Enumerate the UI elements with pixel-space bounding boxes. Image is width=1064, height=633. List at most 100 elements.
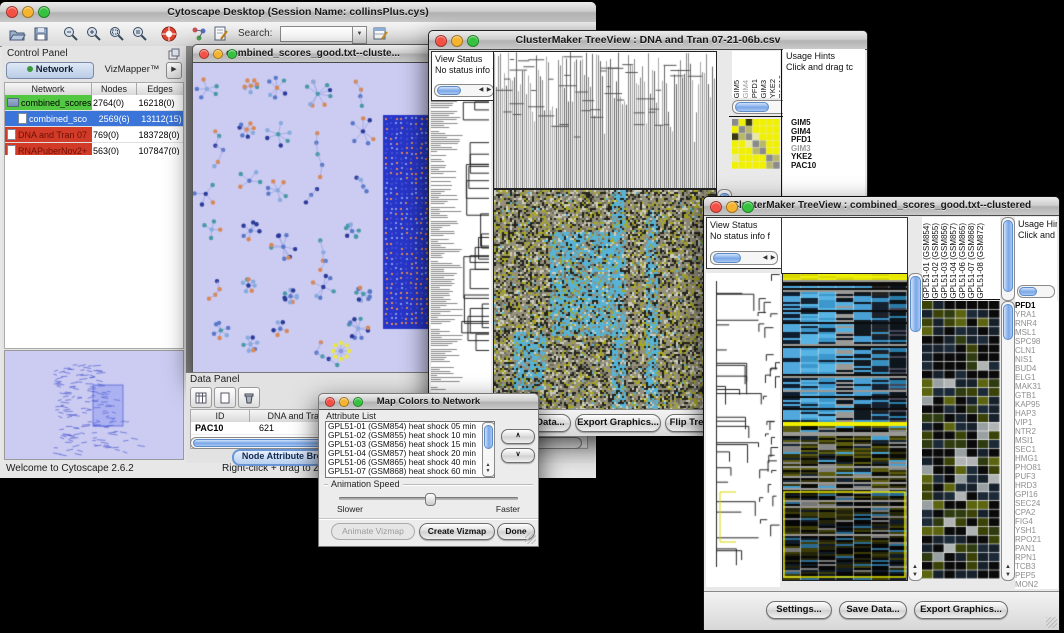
gene-label[interactable]: PHO81 — [1015, 463, 1058, 472]
tv1-column-dendrogram[interactable] — [493, 51, 717, 189]
scrollbar-thumb[interactable] — [713, 253, 741, 263]
attribute-item[interactable]: GPL51-04 (GSM857) heat shock 20 min — [326, 449, 494, 458]
gene-label[interactable]: RPO21 — [1015, 535, 1058, 544]
close-icon[interactable] — [435, 35, 447, 47]
search-dropdown-arrow-icon[interactable]: ▼ — [352, 26, 367, 44]
tv2-row-dendrogram[interactable] — [706, 273, 780, 587]
gene-label[interactable]: MAK31 — [1015, 382, 1058, 391]
treeview1-window-controls[interactable] — [435, 35, 479, 47]
animate-vizmap-button[interactable]: Animate Vizmap — [331, 523, 415, 540]
new-attribute-icon[interactable] — [214, 387, 236, 408]
zoom-window-icon[interactable] — [353, 397, 363, 407]
gene-label[interactable]: MON2 — [1015, 580, 1058, 589]
gene-label[interactable]: YRA1 — [1015, 310, 1058, 319]
gene-label[interactable]: MSI1 — [1015, 436, 1058, 445]
settings-button[interactable]: Settings... — [766, 601, 832, 619]
tv2-heatmap-vscrollbar[interactable]: ▲▼ — [908, 273, 923, 581]
zoom-window-icon[interactable] — [38, 6, 50, 18]
network-view-titlebar[interactable]: combined_scores_good.txt--cluste... — [193, 45, 433, 63]
scroll-up-icon[interactable]: ▲ — [911, 564, 919, 570]
gene-label[interactable]: MSL1 — [1015, 328, 1058, 337]
tab-network[interactable]: Network — [6, 62, 94, 79]
network-row[interactable]: combined_scores2764(0)16218(0) — [5, 95, 183, 111]
gene-label[interactable]: KAP95 — [1015, 400, 1058, 409]
scrollbar-thumb[interactable] — [1003, 220, 1013, 292]
export-graphics-button[interactable]: Export Graphics... — [914, 601, 1008, 619]
edit-document-icon[interactable] — [212, 25, 230, 43]
export-graphics-button[interactable]: Export Graphics... — [575, 414, 661, 432]
tv1-detail-matrix[interactable] — [732, 119, 780, 169]
gene-label[interactable]: ELG1 — [1015, 373, 1058, 382]
slider-thumb[interactable] — [425, 493, 436, 506]
move-down-button[interactable]: ∨ — [501, 448, 535, 463]
network-row[interactable]: combined_sco2569(6)13112(15) — [5, 111, 183, 127]
scroll-down-icon[interactable]: ▼ — [1004, 572, 1012, 578]
create-vizmap-button[interactable]: Create Vizmap — [419, 523, 495, 540]
delete-attribute-icon[interactable] — [238, 387, 260, 408]
tv2-usage-hscrollbar[interactable] — [1017, 285, 1055, 298]
gene-label[interactable]: TCB3 — [1015, 562, 1058, 571]
tv1-heatmap[interactable] — [493, 189, 717, 411]
treeview2-titlebar[interactable]: ClusterMaker TreeView : combined_scores_… — [704, 197, 1059, 216]
zoom-out-icon[interactable] — [62, 25, 80, 43]
window-controls[interactable] — [6, 6, 50, 18]
gene-label[interactable]: YSH1 — [1015, 526, 1058, 535]
attribute-item[interactable]: GPL51-06 (GSM865) heat shock 40 min — [326, 458, 494, 467]
attribute-select-icon[interactable] — [190, 387, 212, 408]
help-lifering-icon[interactable] — [160, 25, 178, 43]
scrollbar-thumb[interactable] — [484, 425, 493, 449]
zoom-selected-icon[interactable] — [108, 25, 126, 43]
attribute-item[interactable]: GPL51-03 (GSM856) heat shock 15 min — [326, 440, 494, 449]
dialog-titlebar[interactable]: Map Colors to Network — [319, 394, 538, 410]
network-canvas[interactable] — [193, 63, 431, 373]
minimize-icon[interactable] — [339, 397, 349, 407]
scroll-left-icon[interactable]: ◀ — [477, 87, 485, 93]
open-folder-icon[interactable] — [8, 25, 26, 43]
main-titlebar[interactable]: Cytoscape Desktop (Session Name: collins… — [0, 2, 596, 23]
tv2-status-hscrollbar[interactable]: ◀▶ — [710, 251, 778, 265]
dialog-window-controls[interactable] — [325, 397, 363, 407]
birdseye-view[interactable] — [4, 350, 184, 460]
scrollbar-thumb[interactable] — [735, 102, 769, 112]
minimize-icon[interactable] — [451, 35, 463, 47]
gene-label[interactable]: BUD4 — [1015, 364, 1058, 373]
scroll-right-icon[interactable]: ▶ — [485, 87, 493, 93]
scrollbar-thumb[interactable] — [437, 86, 461, 95]
tv2-heatmap[interactable] — [782, 273, 908, 581]
tv1-status-hscrollbar[interactable]: ◀▶ — [434, 84, 494, 97]
gene-label[interactable]: PUF3 — [1015, 472, 1058, 481]
gene-label[interactable]: SEC24 — [1015, 499, 1058, 508]
attribute-item[interactable]: GPL51-02 (GSM855) heat shock 10 min — [326, 431, 494, 440]
animation-speed-slider[interactable] — [339, 497, 518, 500]
gene-label[interactable]: SPC98 — [1015, 337, 1058, 346]
gene-label[interactable]: HRD3 — [1015, 481, 1058, 490]
col-header-network[interactable]: Network — [5, 83, 92, 95]
gene-label[interactable]: CPA2 — [1015, 508, 1058, 517]
tv1-row-dendrogram[interactable] — [431, 101, 491, 409]
tab-vizmapper[interactable]: VizMapper™ — [96, 62, 168, 77]
minimize-icon[interactable] — [726, 201, 738, 213]
gene-label[interactable]: NIS1 — [1015, 355, 1058, 364]
attribute-list-vscrollbar[interactable]: ▲▼ — [482, 422, 495, 477]
gene-label[interactable]: PFD1 — [1015, 301, 1058, 310]
search-config-icon[interactable] — [372, 25, 390, 43]
float-panel-icon[interactable] — [168, 48, 180, 60]
gene-label[interactable]: HAP3 — [1015, 409, 1058, 418]
gene-label[interactable]: SEC1 — [1015, 445, 1058, 454]
network-row[interactable]: DNA and Tran 07769(0)183728(0) — [5, 127, 183, 143]
gene-label[interactable]: PEP5 — [1015, 571, 1058, 580]
col-header-nodes[interactable]: Nodes — [92, 83, 137, 95]
gene-label[interactable]: PAC10 — [791, 162, 835, 171]
tab-overflow-arrow[interactable]: ▶ — [166, 62, 182, 79]
zoom-in-icon[interactable] — [85, 25, 103, 43]
attribute-item[interactable]: GPL51-01 (GSM854) heat shock 05 min — [326, 422, 494, 431]
zoom-window-icon[interactable] — [227, 49, 237, 59]
treeview1-titlebar[interactable]: ClusterMaker TreeView : DNA and Tran 07-… — [429, 31, 867, 50]
tv2-labels-vscrollbar[interactable] — [1001, 217, 1015, 301]
gene-label[interactable]: RPN1 — [1015, 553, 1058, 562]
scroll-left-icon[interactable]: ◀ — [761, 255, 769, 261]
close-icon[interactable] — [199, 49, 209, 59]
move-up-button[interactable]: ∧ — [501, 429, 535, 444]
resize-grip[interactable] — [1046, 617, 1057, 628]
scroll-up-icon[interactable]: ▲ — [1004, 564, 1012, 570]
